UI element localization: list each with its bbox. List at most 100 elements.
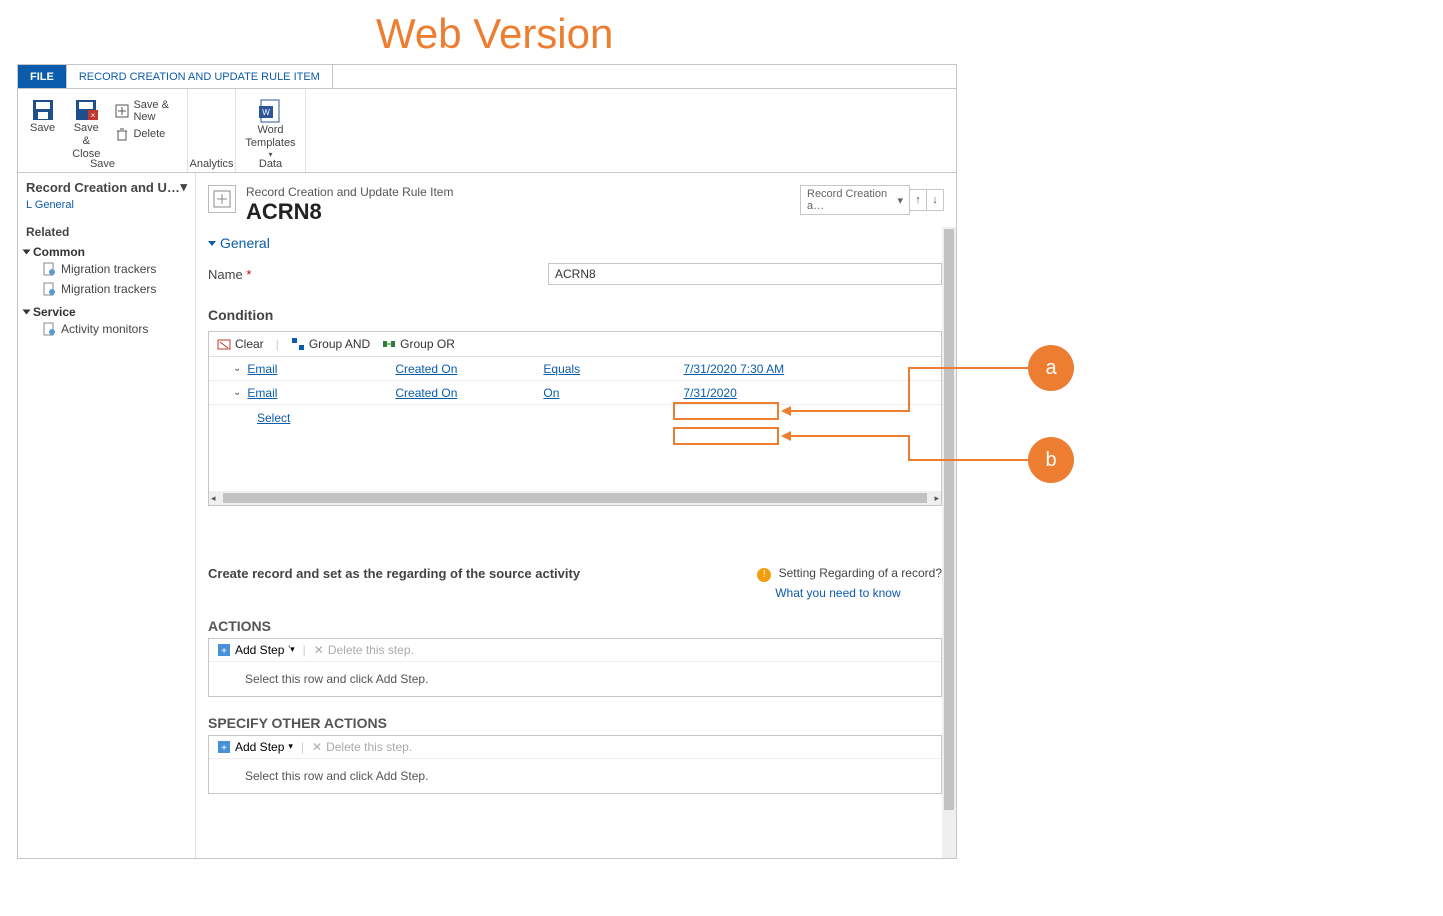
annotation-connector-a — [908, 368, 910, 412]
left-nav: Record Creation and U… ▾ L General Relat… — [18, 173, 196, 858]
add-step-label: Add Step — [235, 643, 284, 657]
arrow-up-icon: ↑ — [915, 194, 921, 206]
horizontal-scrollbar[interactable]: ◂ ▸ — [209, 491, 941, 505]
app-window: FILE RECORD CREATION AND UPDATE RULE ITE… — [17, 64, 957, 859]
condition-field-link[interactable]: Created On — [395, 362, 457, 376]
condition-select-row[interactable]: Select — [209, 405, 941, 431]
word-templates-button[interactable]: W Word Templates ▾ — [237, 96, 303, 162]
svg-text:+: + — [221, 743, 227, 754]
section-general[interactable]: General — [208, 235, 942, 251]
nav-group-service[interactable]: Service — [24, 305, 189, 319]
info-icon: ! — [757, 568, 771, 582]
nav-general-link[interactable]: L General — [24, 197, 189, 213]
condition-operator-link[interactable]: On — [543, 386, 559, 400]
actions-placeholder[interactable]: Select this row and click Add Step. — [209, 662, 941, 696]
name-label: Name * — [208, 267, 548, 282]
annotation-badge-b-label: b — [1045, 449, 1056, 472]
nav-activity-label: Activity monitors — [61, 322, 148, 336]
name-input[interactable] — [548, 263, 942, 285]
delete-button[interactable]: Delete — [109, 126, 187, 142]
create-record-heading: Create record and set as the regarding o… — [208, 566, 580, 600]
specify-placeholder[interactable]: Select this row and click Add Step. — [209, 759, 941, 793]
tab-file[interactable]: FILE — [18, 65, 67, 88]
condition-box: Clear | Group AND Group OR ⌄ — [208, 331, 942, 506]
save-button[interactable]: Save — [22, 96, 63, 137]
chevron-down-icon[interactable]: ⌄ — [233, 387, 241, 398]
nav-item-migration-1[interactable]: Migration trackers — [24, 259, 189, 279]
annotation-connector-b — [908, 435, 910, 460]
condition-select-link[interactable]: Select — [257, 411, 290, 425]
condition-row[interactable]: ⌄ Email Created On Equals 7/31/2020 7:30… — [209, 357, 941, 381]
condition-value-link[interactable]: 7/31/2020 7:30 AM — [683, 362, 784, 376]
annotation-connector-a — [791, 410, 910, 412]
save-new-button[interactable]: Save & New — [109, 98, 187, 124]
condition-row[interactable]: ⌄ Email Created On On 7/31/2020 — [209, 381, 941, 405]
nav-title[interactable]: Record Creation and U… ▾ — [24, 177, 189, 197]
toolbar-divider: | — [303, 643, 306, 657]
form-selector-label: Record Creation a… — [807, 188, 897, 212]
nav-service-label: Service — [33, 305, 76, 319]
group-or-icon — [382, 337, 396, 351]
condition-entity-link[interactable]: Email — [247, 386, 277, 400]
save-icon — [31, 98, 55, 122]
nav-migration-label-1: Migration trackers — [61, 262, 156, 276]
chevron-down-icon[interactable]: ⌄ — [233, 363, 241, 374]
condition-value-link[interactable]: 7/31/2020 — [683, 386, 736, 400]
svg-text:+: + — [221, 646, 227, 657]
group-and-label: Group AND — [309, 337, 370, 351]
ribbon: Save × Save & Close Save & New Delete — [18, 89, 956, 173]
annotation-connector-b — [791, 435, 910, 437]
chevron-down-icon: ▾ — [897, 194, 903, 207]
clear-label: Clear — [235, 337, 264, 351]
annotation-title: Web Version — [376, 10, 613, 58]
condition-field-link[interactable]: Created On — [395, 386, 457, 400]
specify-heading: SPECIFY OTHER ACTIONS — [208, 715, 942, 731]
svg-text:W: W — [263, 108, 271, 117]
document-icon — [42, 322, 56, 336]
nav-item-activity[interactable]: Activity monitors — [24, 319, 189, 339]
condition-operator-link[interactable]: Equals — [543, 362, 580, 376]
form-selector-dropdown[interactable]: Record Creation a… ▾ — [800, 185, 910, 215]
document-icon — [42, 282, 56, 296]
condition-heading: Condition — [208, 307, 942, 323]
add-step-label: Add Step — [235, 740, 284, 754]
scroll-left-icon[interactable]: ◂ — [211, 493, 216, 504]
group-and-button[interactable]: Group AND — [291, 337, 370, 351]
nav-related-heading: Related — [24, 225, 189, 239]
chevron-down-icon: ▾ — [288, 741, 293, 752]
clear-icon — [217, 337, 231, 351]
svg-text:×: × — [91, 111, 96, 120]
save-new-label: Save & New — [133, 99, 181, 123]
required-indicator: * — [246, 267, 251, 282]
save-close-icon: × — [74, 98, 98, 122]
tab-rule-item[interactable]: RECORD CREATION AND UPDATE RULE ITEM — [67, 65, 333, 88]
nav-common-label: Common — [33, 245, 85, 259]
add-step-icon: + — [217, 740, 231, 754]
actions-heading: ACTIONS — [208, 618, 942, 634]
info-link[interactable]: What you need to know — [775, 586, 942, 600]
nav-item-migration-2[interactable]: Migration trackers — [24, 279, 189, 299]
annotation-connector-a — [908, 367, 1030, 369]
clear-button[interactable]: Clear — [217, 337, 264, 351]
group-or-button[interactable]: Group OR — [382, 337, 455, 351]
add-step-button[interactable]: + Add Step ▾ — [217, 740, 293, 754]
scrollbar-thumb[interactable] — [223, 493, 927, 503]
scroll-right-icon[interactable]: ▸ — [934, 493, 939, 504]
nav-up-button[interactable]: ↑ — [909, 189, 927, 211]
add-step-button[interactable]: + Add Step '▾ — [217, 643, 295, 657]
toolbar-divider: | — [301, 740, 304, 754]
word-icon: W — [257, 98, 283, 124]
nav-down-button[interactable]: ↓ — [926, 189, 944, 211]
close-icon: ✕ — [312, 740, 322, 754]
chevron-down-icon: '▾ — [288, 644, 294, 655]
breadcrumb: Record Creation and Update Rule Item — [246, 185, 453, 199]
save-close-button[interactable]: × Save & Close — [63, 96, 109, 164]
condition-entity-link[interactable]: Email — [247, 362, 277, 376]
actions-box: + Add Step '▾ | ✕ Delete this step. Sele… — [208, 638, 942, 697]
save-label: Save — [30, 122, 55, 135]
nav-group-common[interactable]: Common — [24, 245, 189, 259]
info-question: ! Setting Regarding of a record? — [757, 566, 942, 582]
toolbar-divider: | — [276, 337, 279, 351]
close-icon: ✕ — [314, 643, 324, 657]
delete-label: Delete — [133, 128, 165, 140]
